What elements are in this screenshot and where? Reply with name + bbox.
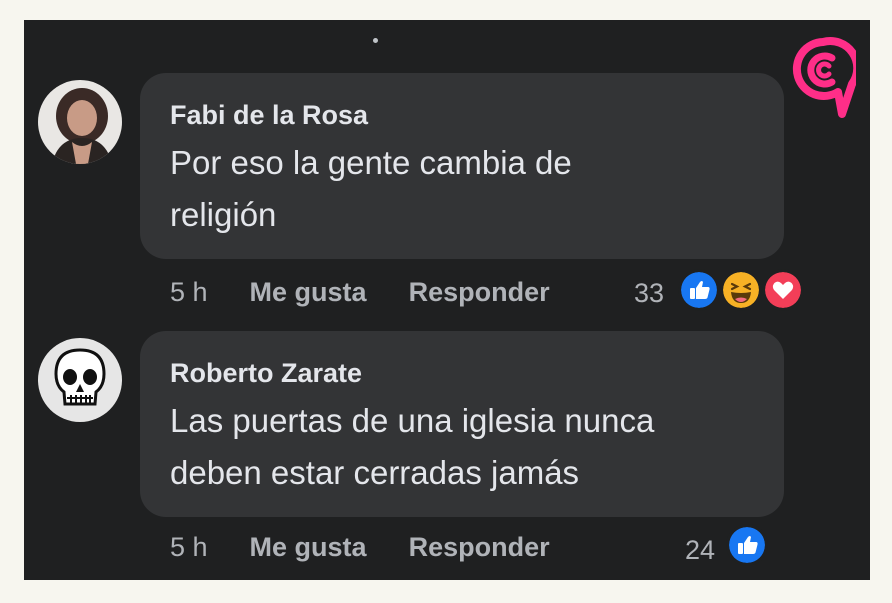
reaction-count[interactable]: 24 bbox=[685, 530, 715, 570]
love-icon bbox=[762, 269, 804, 311]
reaction-icons[interactable] bbox=[678, 269, 808, 313]
reply-button[interactable]: Responder bbox=[409, 277, 550, 308]
like-button[interactable]: Me gusta bbox=[250, 277, 367, 308]
reply-button[interactable]: Responder bbox=[409, 532, 550, 563]
comment-bubble: Roberto Zarate Las puertas de una iglesi… bbox=[140, 331, 784, 517]
avatar-fabi[interactable] bbox=[38, 80, 122, 164]
more-indicator-dot bbox=[373, 38, 378, 43]
reaction-count[interactable]: 33 bbox=[634, 273, 664, 313]
brand-logo-icon bbox=[792, 37, 856, 118]
comment-author[interactable]: Fabi de la Rosa bbox=[170, 99, 754, 131]
comment-actions: 5 h Me gusta Responder bbox=[170, 272, 550, 312]
like-button[interactable]: Me gusta bbox=[250, 532, 367, 563]
haha-icon bbox=[720, 269, 762, 311]
comment-actions: 5 h Me gusta Responder bbox=[170, 527, 550, 567]
comment-text: Por eso la gente cambia de religión bbox=[170, 144, 572, 233]
comment-text: Las puertas de una iglesia nunca deben e… bbox=[170, 402, 655, 491]
profile-photo-icon bbox=[38, 80, 122, 164]
comment-bubble: Fabi de la Rosa Por eso la gente cambia … bbox=[140, 73, 784, 259]
skull-avatar-icon bbox=[38, 338, 122, 422]
comments-panel: Fabi de la Rosa Por eso la gente cambia … bbox=[24, 20, 870, 580]
comment-time[interactable]: 5 h bbox=[170, 532, 208, 563]
comment-author[interactable]: Roberto Zarate bbox=[170, 357, 754, 389]
avatar-roberto[interactable] bbox=[38, 338, 122, 422]
like-icon bbox=[678, 269, 720, 311]
like-icon bbox=[726, 524, 768, 566]
comment-time[interactable]: 5 h bbox=[170, 277, 208, 308]
reaction-icons[interactable] bbox=[726, 524, 772, 568]
